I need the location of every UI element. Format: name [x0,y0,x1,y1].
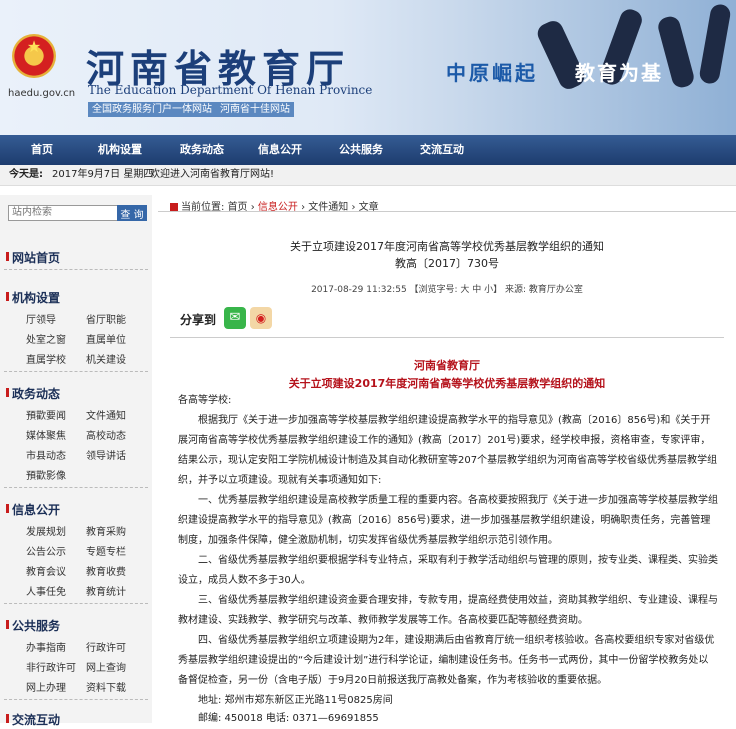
sidebar-section-disclosure[interactable]: 信息公开 [5,501,60,518]
divider [4,487,148,488]
nav-home[interactable]: 首页 [31,135,53,165]
sidebar-home-link[interactable]: 网站首页 [5,249,60,266]
weibo-icon[interactable]: ◉ [250,307,272,329]
sidebar-link[interactable]: 市县动态 [26,447,66,462]
nav-news[interactable]: 政务动态 [180,135,224,165]
sidebar-link[interactable]: 公告公示 [26,543,66,558]
sidebar-link[interactable]: 直属单位 [86,331,126,346]
sidebar-link[interactable]: 人事任免 [26,583,66,598]
divider [158,211,736,212]
sidebar-link[interactable]: 教育统计 [86,583,126,598]
sidebar-link[interactable]: 直属学校 [26,351,66,366]
share-label: 分享到 [180,313,217,327]
sidebar-link[interactable]: 发展规划 [26,523,66,538]
sidebar-section-services[interactable]: 公共服务 [5,617,60,634]
article-postal: 邮编: 450018 电话: 0371—69691855 [198,713,379,724]
sidebar-link[interactable]: 行政许可 [86,639,126,654]
nav-org[interactable]: 机构设置 [98,135,142,165]
emblem-star-icon: ★ [26,37,42,56]
sidebar-link[interactable]: 处室之窗 [26,331,66,346]
sidebar-link[interactable]: 机关建设 [86,351,126,366]
sidebar-link[interactable]: 厅领导 [26,311,56,326]
article-salutation: 各高等学校: [178,395,232,406]
sidebar-section-org[interactable]: 机构设置 [5,289,60,306]
article-paragraph: 四、省级优秀基层教学组织立项建设期为2年，建设期满后由省教育厅统一组织考核验收。… [178,635,715,686]
sidebar-link[interactable]: 省厅职能 [86,311,126,326]
divider [4,603,148,604]
current-date: 2017年9月7日 星期四 [52,169,154,180]
top-ten-site-chip[interactable]: 河南省十佳网站 [216,102,294,117]
sidebar-link[interactable]: 网上办理 [26,679,66,694]
sidebar-link[interactable]: 领导讲话 [86,447,126,462]
divider [170,337,724,338]
sidebar-link[interactable]: 非行政许可 [26,659,76,674]
article-panel: 当前位置: 首页 › 信息公开 › 文件通知 › 文章 关于立项建设2017年度… [158,195,736,724]
sidebar-link[interactable]: 預歡要闻 [26,407,66,422]
sidebar-link[interactable]: 教育收费 [86,563,126,578]
sidebar-link[interactable]: 教育会议 [26,563,66,578]
nav-services[interactable]: 公共服务 [339,135,383,165]
article-org: 河南省教育厅 [414,359,480,372]
nav-interaction[interactable]: 交流互动 [420,135,464,165]
divider [4,371,148,372]
gov-portal-chip[interactable]: 全国政务服务门户一体网站 [88,102,216,117]
divider [4,699,148,700]
sidebar: 查 询 网站首页 机构设置 厅领导 省厅职能 处室之窗 直属单位 直属学校 机关… [0,195,152,727]
sidebar-link[interactable]: 預歡影像 [26,467,66,482]
sidebar-section-news[interactable]: 政务动态 [5,385,60,402]
article-doc-number: 教高〔2017〕730号 [395,257,499,270]
wechat-icon[interactable]: ✉ [224,307,246,329]
article-address: 地址: 郑州市郑东新区正光路11号0825房间 [198,695,393,706]
site-subtitle-en: The Education Department Of Henan Provin… [88,83,373,97]
article-title: 关于立项建设2017年度河南省高等学校优秀基层教学组织的通知 [290,240,604,253]
article-paragraph: 二、省级优秀基层教学组织要根据学科专业特点，采取有利于教学活动组织与管理的原则，… [178,555,718,586]
location-icon [170,203,178,211]
sidebar-link[interactable]: 高校动态 [86,427,126,442]
article-heading: 关于立项建设2017年度河南省高等学校优秀基层教学组织的通知 [288,377,606,390]
sidebar-link[interactable]: 媒体聚焦 [26,427,66,442]
article-meta: 2017-08-29 11:32:55 【浏览字号: 大 中 小】 来源: 教育… [311,285,583,295]
dancer-figure [698,2,732,86]
site-search-input[interactable] [8,205,119,221]
sidebar-link[interactable]: 教育采购 [86,523,126,538]
article-paragraph: 三、省级优秀基层教学组织建设资金要合理安排，专款专用，提高经费使用效益，资助其教… [178,595,718,626]
main-nav: 首页 机构设置 政务动态 信息公开 公共服务 交流互动 [0,135,736,165]
sidebar-link[interactable]: 网上查询 [86,659,126,674]
slogan-education: 教育为基 [575,61,663,85]
info-bar: 今天是: 2017年9月7日 星期四 欢迎进入河南省教育厅网站! [0,165,736,186]
welcome-text: 欢迎进入河南省教育厅网站! [150,169,275,180]
divider [4,269,148,270]
site-domain: haedu.gov.cn [8,88,76,99]
sidebar-section-interaction[interactable]: 交流互动 [5,711,60,728]
article-paragraph: 根据我厅《关于进一步加强高等学校基层教学组织建设提高教学水平的指导意见》(教高〔… [178,415,718,486]
nav-disclosure[interactable]: 信息公开 [258,135,302,165]
today-label: 今天是: [9,169,43,180]
slogan-rise: 中原崛起 [446,61,538,85]
sidebar-link[interactable]: 专题专栏 [86,543,126,558]
sidebar-link[interactable]: 文件通知 [86,407,126,422]
sidebar-link[interactable]: 资料下载 [86,679,126,694]
site-banner: ★ haedu.gov.cn 河南省教育厅 The Education Depa… [0,0,736,135]
sidebar-link[interactable]: 办事指南 [26,639,66,654]
article-paragraph: 一、优秀基层教学组织建设是高校教学质量工程的重要内容。各高校要按照我厅《关于进一… [178,495,718,546]
search-button[interactable]: 查 询 [117,205,147,221]
